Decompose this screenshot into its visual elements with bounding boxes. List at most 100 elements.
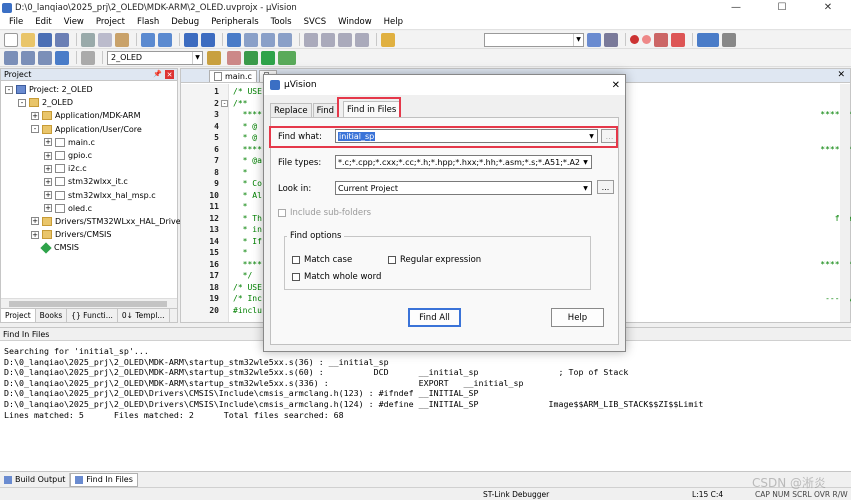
unindent-icon[interactable] bbox=[321, 32, 335, 47]
menu-tools[interactable]: Tools bbox=[265, 17, 298, 27]
navigate-forward-icon[interactable] bbox=[201, 32, 215, 47]
run-time-environment-icon[interactable] bbox=[261, 50, 275, 65]
collapse-icon[interactable]: - bbox=[18, 98, 26, 107]
bookmark-icon[interactable] bbox=[227, 32, 241, 47]
expand-icon[interactable]: + bbox=[44, 191, 52, 200]
file-extensions-icon[interactable] bbox=[227, 50, 241, 65]
menu-flash[interactable]: Flash bbox=[131, 17, 165, 27]
editor-close-icon[interactable]: ✕ bbox=[837, 70, 845, 80]
project-hscrollbar[interactable] bbox=[1, 298, 177, 308]
paste-icon[interactable] bbox=[115, 32, 129, 47]
expand-icon[interactable]: + bbox=[44, 164, 52, 173]
tab-find[interactable]: Find bbox=[312, 103, 339, 117]
download-icon[interactable] bbox=[55, 50, 69, 65]
pack-installer-icon[interactable] bbox=[278, 50, 296, 65]
tree-item[interactable]: CMSIS bbox=[1, 241, 177, 254]
copy-icon[interactable] bbox=[98, 32, 112, 47]
regex-checkbox[interactable]: Regular expression bbox=[388, 255, 481, 265]
find-result-line[interactable]: Lines matched: 5 Files matched: 2 Total … bbox=[4, 410, 851, 421]
expand-icon[interactable]: + bbox=[44, 151, 52, 160]
dialog-close-button[interactable]: ✕ bbox=[612, 80, 620, 91]
comment-icon[interactable] bbox=[338, 32, 352, 47]
expand-icon[interactable]: + bbox=[44, 204, 52, 213]
expand-icon[interactable]: + bbox=[31, 230, 39, 239]
expand-icon[interactable]: + bbox=[44, 177, 52, 186]
stop-build-icon[interactable] bbox=[81, 50, 95, 65]
open-file-icon[interactable] bbox=[21, 32, 35, 47]
new-file-icon[interactable] bbox=[4, 32, 18, 47]
menu-svcs[interactable]: SVCS bbox=[298, 17, 333, 27]
window-layout-icon[interactable] bbox=[697, 32, 719, 47]
match-whole-word-checkbox[interactable]: Match whole word bbox=[292, 272, 381, 282]
find-result-line[interactable]: D:\0_lanqiao\2025_prj\2_OLED\MDK-ARM\sta… bbox=[4, 367, 851, 378]
panel-pin-icon[interactable]: 📌 bbox=[153, 70, 162, 79]
target-options-icon[interactable] bbox=[207, 50, 221, 65]
next-bookmark-icon[interactable] bbox=[261, 32, 275, 47]
tree-item[interactable]: + i2c.c bbox=[1, 162, 177, 175]
file-types-input[interactable]: *.c;*.cpp;*.cxx;*.cc;*.h;*.hpp;*.hxx;*.h… bbox=[335, 155, 592, 169]
navigate-back-icon[interactable] bbox=[184, 32, 198, 47]
undo-icon[interactable] bbox=[141, 32, 155, 47]
tab-build-output[interactable]: Build Output bbox=[0, 472, 71, 487]
manage-components-icon[interactable] bbox=[244, 50, 258, 65]
find-result-line[interactable]: D:\0_lanqiao\2025_prj\2_OLED\MDK-ARM\sta… bbox=[4, 357, 851, 368]
clear-bookmarks-icon[interactable] bbox=[278, 32, 292, 47]
expand-icon[interactable]: + bbox=[31, 111, 39, 120]
project-panel-close-icon[interactable]: ✕ bbox=[165, 70, 174, 79]
rebuild-icon[interactable] bbox=[38, 50, 52, 65]
menu-view[interactable]: View bbox=[58, 17, 90, 27]
tree-item[interactable]: + stm32wlxx_hal_msp.c bbox=[1, 189, 177, 202]
find-in-files-icon[interactable] bbox=[381, 32, 395, 47]
tree-item[interactable]: + main.c bbox=[1, 136, 177, 149]
menu-window[interactable]: Window bbox=[332, 17, 378, 27]
tree-item[interactable]: - Project: 2_OLED bbox=[1, 83, 177, 96]
menu-edit[interactable]: Edit bbox=[29, 17, 57, 27]
cut-icon[interactable] bbox=[81, 32, 95, 47]
debug-session-icon[interactable] bbox=[604, 32, 618, 47]
match-case-checkbox[interactable]: Match case bbox=[292, 255, 352, 265]
project-panel-tab[interactable]: Project bbox=[1, 309, 36, 322]
translate-icon[interactable] bbox=[4, 50, 18, 65]
incremental-find-icon[interactable] bbox=[587, 32, 601, 47]
kill-breakpoints-icon[interactable] bbox=[654, 32, 668, 47]
build-icon[interactable] bbox=[21, 50, 35, 65]
menu-debug[interactable]: Debug bbox=[165, 17, 205, 27]
collapse-icon[interactable]: - bbox=[31, 125, 39, 134]
save-icon[interactable] bbox=[38, 32, 52, 47]
project-panel-tab[interactable]: 0↓ Templ... bbox=[118, 309, 170, 322]
tree-item[interactable]: - Application/User/Core bbox=[1, 123, 177, 136]
look-in-input[interactable]: Current Project ▼ bbox=[335, 181, 592, 195]
tree-item[interactable]: + stm32wlxx_it.c bbox=[1, 175, 177, 188]
look-in-dropdown-icon[interactable]: ▼ bbox=[580, 182, 591, 194]
tree-item[interactable]: + oled.c bbox=[1, 202, 177, 215]
find-results[interactable]: Searching for 'initial_sp'... D:\0_lanqia… bbox=[4, 346, 851, 420]
find-result-line[interactable]: D:\0_lanqiao\2025_prj\2_OLED\Drivers\CMS… bbox=[4, 399, 851, 410]
tree-item[interactable]: - 2_OLED bbox=[1, 96, 177, 109]
project-panel-tab[interactable]: {} Functi... bbox=[67, 309, 118, 322]
breakpoint-icon[interactable] bbox=[630, 35, 639, 44]
tab-replace[interactable]: Replace bbox=[270, 103, 312, 117]
find-all-button[interactable]: Find All bbox=[408, 308, 461, 327]
expand-icon[interactable]: + bbox=[44, 138, 52, 147]
expand-icon[interactable]: + bbox=[31, 217, 39, 226]
disable-all-breakpoints-icon[interactable] bbox=[671, 32, 685, 47]
file-types-dropdown-icon[interactable]: ▼ bbox=[580, 156, 591, 168]
menu-file[interactable]: File bbox=[3, 17, 29, 27]
disable-breakpoint-icon[interactable] bbox=[642, 35, 651, 44]
project-panel-tab[interactable]: Books bbox=[36, 309, 68, 322]
tree-item[interactable]: + gpio.c bbox=[1, 149, 177, 162]
find-result-line[interactable]: D:\0_lanqiao\2025_prj\2_OLED\Drivers\CMS… bbox=[4, 388, 851, 399]
uncomment-icon[interactable] bbox=[355, 32, 369, 47]
indent-icon[interactable] bbox=[304, 32, 318, 47]
close-window-button[interactable]: ✕ bbox=[805, 0, 851, 15]
editor-tab-main-c[interactable]: main.c bbox=[209, 70, 257, 82]
save-all-icon[interactable] bbox=[55, 32, 69, 47]
prev-bookmark-icon[interactable] bbox=[244, 32, 258, 47]
maximize-button[interactable]: ☐ bbox=[759, 0, 805, 15]
tree-item[interactable]: + Drivers/CMSIS bbox=[1, 228, 177, 241]
menu-peripherals[interactable]: Peripherals bbox=[205, 17, 264, 27]
tree-item[interactable]: + Drivers/STM32WLxx_HAL_Driver bbox=[1, 215, 184, 228]
tree-item[interactable]: + Application/MDK-ARM bbox=[1, 109, 177, 122]
look-in-browse-button[interactable]: ... bbox=[597, 180, 614, 194]
redo-icon[interactable] bbox=[158, 32, 172, 47]
